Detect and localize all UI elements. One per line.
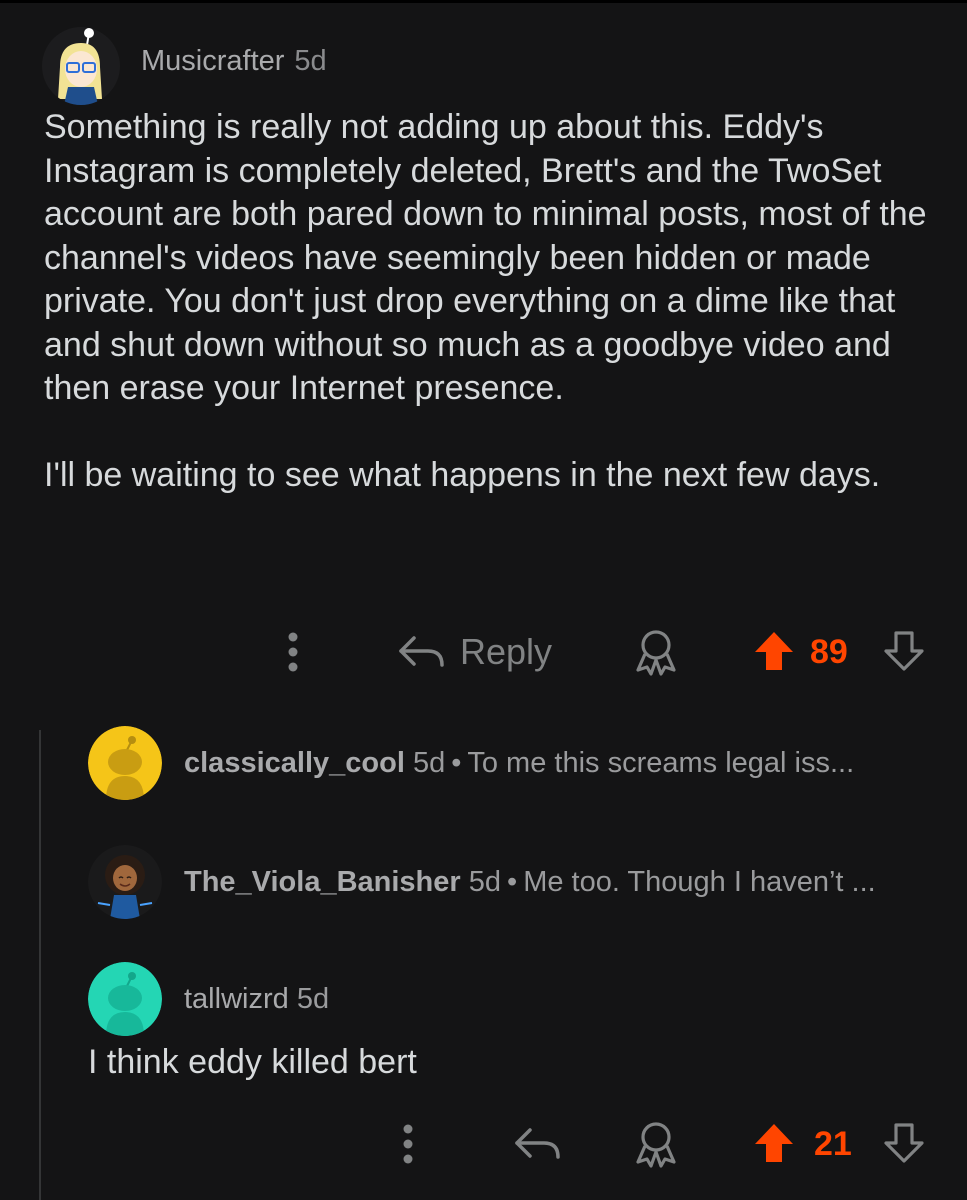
reply-button[interactable]: Reply [398,627,552,677]
score: 89 [810,632,848,671]
more-button[interactable] [393,1122,423,1166]
upvote-icon [755,1124,793,1162]
comment-paragraph: Something is really not adding up about … [44,108,927,407]
comment-time: 5d [294,45,327,77]
top-edge [0,0,967,3]
reply-icon [399,636,444,667]
downvote-button[interactable] [880,628,928,674]
avatar-tallwizrd[interactable] [88,962,162,1036]
reply-preview: To me this screams legal iss... [467,746,855,779]
more-icon [288,632,298,672]
upvote-button[interactable] [750,1120,798,1166]
collapsed-reply[interactable]: classically_cool 5d • To me this screams l… [88,726,854,800]
separator: • [507,865,518,898]
reply-label: Reply [460,631,553,672]
reply-meta: tallwizrd 5d [184,983,329,1016]
downvote-button[interactable] [880,1120,928,1166]
reply-button[interactable] [512,1120,564,1168]
upvote-icon [755,632,793,670]
award-button[interactable] [630,626,682,678]
reply-header: tallwizrd 5d [88,962,329,1036]
comment-paragraph: I'll be waiting to see what happens in t… [44,455,881,494]
award-button[interactable] [630,1118,682,1170]
upvote-button[interactable] [750,628,798,674]
downvote-icon [884,1123,924,1163]
reply-author[interactable]: classically_cool [184,747,405,779]
reply-time: 5d [296,982,330,1015]
thread-line[interactable] [39,730,41,1200]
separator: • [451,746,462,779]
reply-meta: classically_cool 5d • To me this screams l… [184,747,854,780]
downvote-icon [884,631,924,671]
reply-body: I think eddy killed bert [88,1043,417,1081]
reply-icon [515,1128,560,1159]
reply-preview: Me too. Though I haven’t ... [523,865,876,898]
avatar-musicrafter[interactable] [42,27,120,105]
score: 21 [814,1124,852,1163]
more-icon [403,1124,413,1164]
award-icon [636,630,676,676]
more-button[interactable] [278,630,308,674]
reply-time: 5d [468,865,502,898]
reply-author[interactable]: tallwizrd [184,983,289,1015]
comment-meta: Musicrafter 5d [141,45,327,78]
reply-meta: The_Viola_Banisher 5d • Me too. Though I h… [184,866,876,899]
collapsed-reply[interactable]: The_Viola_Banisher 5d • Me too. Though I h… [88,845,876,919]
comment-body: Something is really not adding up about … [44,106,934,497]
avatar-classically-cool[interactable] [88,726,162,800]
avatar-the-viola-banisher[interactable] [88,845,162,919]
award-icon [636,1122,676,1168]
reply-author[interactable]: The_Viola_Banisher [184,866,461,898]
comment-author[interactable]: Musicrafter [141,45,284,77]
reply-time: 5d [412,746,446,779]
